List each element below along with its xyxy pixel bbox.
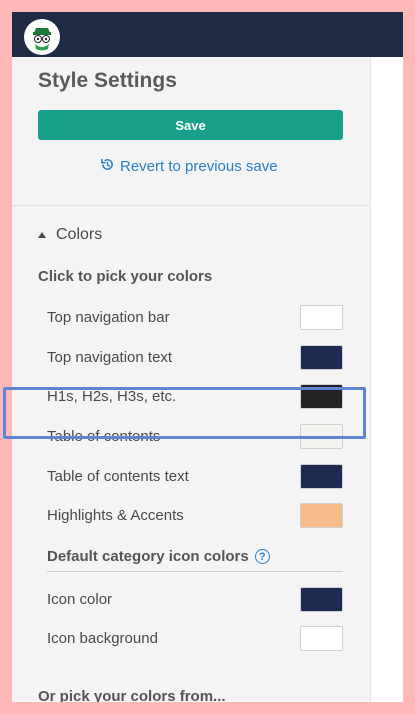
color-row-label: Icon background [47,629,158,647]
color-row-icon-background[interactable]: Icon background [47,624,343,652]
revert-label: Revert to previous save [120,158,278,175]
info-icon[interactable]: ? [254,549,270,564]
color-swatch[interactable] [300,344,343,370]
caret-up-icon [38,232,46,238]
color-row-label: H1s, H2s, H3s, etc. [47,387,177,405]
color-swatch[interactable] [300,625,343,651]
color-swatch[interactable] [300,423,343,449]
colors-section-toggle[interactable]: Colors [38,226,102,244]
preview-area [371,57,403,702]
colors-heading: Colors [56,226,103,243]
color-row-label: Table of contents text [47,467,189,485]
color-row-icon-color[interactable]: Icon color [47,585,343,613]
revert-link[interactable]: Revert to previous save [100,157,278,176]
colors-subheading: Click to pick your colors [38,268,213,285]
logo-icon[interactable] [24,19,60,55]
color-row-table-of-contents-text[interactable]: Table of contents text [47,462,343,490]
color-swatch[interactable] [300,463,343,489]
color-row-top-navigation-text[interactable]: Top navigation text [47,343,343,371]
color-swatch[interactable] [300,502,343,528]
color-swatch[interactable] [300,304,343,330]
color-row-label: Highlights & Accents [47,506,184,524]
pick-from-heading: Or pick your colors from... [38,688,226,702]
color-row-top-navigation-bar[interactable]: Top navigation bar [47,303,343,331]
style-settings-panel: Style Settings Save Revert to previous s… [12,57,371,702]
top-bar [12,12,403,57]
app-frame: Style Settings Save Revert to previous s… [12,12,403,702]
category-icon-colors-heading: Default category icon colors ? [47,548,343,565]
divider [12,205,370,206]
color-swatch[interactable] [300,383,343,409]
color-row-table-of-contents[interactable]: Table of contents [47,422,343,450]
color-row-label: Top navigation text [47,348,173,366]
divider [47,571,343,572]
category-icon-colors-label: Default category icon colors [47,548,249,565]
color-swatch[interactable] [300,586,343,612]
color-row-highlights-accents[interactable]: Highlights & Accents [47,501,343,529]
color-row-label: Table of contents [47,427,161,445]
color-row-headings[interactable]: H1s, H2s, H3s, etc. [47,382,343,410]
color-row-label: Top navigation bar [47,308,170,326]
color-row-label: Icon color [47,590,113,608]
page-title: Style Settings [38,69,177,92]
save-button[interactable]: Save [38,110,343,140]
history-icon [100,157,115,176]
